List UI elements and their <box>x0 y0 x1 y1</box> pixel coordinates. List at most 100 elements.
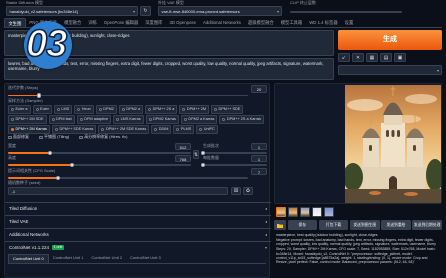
output-panel: 保存 打包下载 发送到图生图 发送到重绘 发送到后期处理 masterpiece, be… <box>274 83 443 278</box>
sampler-option[interactable]: DPM++ SDE <box>211 105 244 114</box>
controlnet-accordion[interactable]: ControlNet v1.1.224 1 unit ▾ <box>5 241 271 252</box>
batch-count-slider[interactable] <box>200 150 267 155</box>
radio-icon <box>199 127 203 131</box>
cfg-scale-input[interactable]: 7 <box>251 168 267 175</box>
main-tab[interactable]: 3D Openpose <box>166 18 200 27</box>
flower-bed <box>369 191 381 195</box>
swap-dimensions-button[interactable]: ⇅ <box>193 150 199 159</box>
extension-accordion[interactable]: Additional Networks ◂ <box>5 228 271 239</box>
sampler-option[interactable]: DPM++ SDE Karras <box>51 125 97 134</box>
controlnet-unit-tab[interactable]: ControlNet Unit 0 <box>8 254 49 263</box>
seed-input[interactable]: -1 <box>8 187 228 195</box>
main-tab[interactable]: 超级模型融合 <box>244 18 277 27</box>
steps-slider-thumb[interactable] <box>36 93 42 98</box>
gallery-thumbnails <box>276 207 334 217</box>
gallery-thumbnail[interactable] <box>276 207 286 217</box>
main-tab[interactable]: WD 1.4 标签器 <box>306 18 341 27</box>
step-number-badge: 03 <box>25 23 68 65</box>
refresh-model-button[interactable]: ↻ <box>140 6 151 16</box>
gallery-action-button[interactable]: 保存 <box>287 220 318 230</box>
model-select[interactable]: hanabiyuki_v2.safetensors [bc348e14] ▾ <box>6 6 138 16</box>
option-checkbox[interactable]: 高分辨率修复 (Hires. fix) <box>79 134 128 140</box>
sampler-option[interactable]: DPM++ 2M SDE Karras <box>98 125 150 134</box>
sampler-option[interactable]: DPM++ 2M SDE <box>8 115 47 124</box>
controlnet-unit-tab[interactable]: ControlNet Unit 3 <box>126 254 165 263</box>
random-seed-button[interactable]: ⚄ <box>231 187 241 195</box>
read-last-prompt-button[interactable]: ↙ <box>338 53 350 62</box>
radio-icon <box>154 127 158 131</box>
main-tab[interactable]: 模型工具箱 <box>277 18 305 27</box>
sampler-option[interactable]: Euler a <box>8 105 31 114</box>
sampler-option[interactable]: LMS Karras <box>113 115 144 124</box>
sampler-option[interactable]: DPM++ 2M <box>179 105 210 114</box>
apply-style-button[interactable]: ▤ <box>380 53 392 62</box>
option-checkbox[interactable]: 平铺图 (Tiling) <box>39 134 69 140</box>
vae-select[interactable]: vae-ft-mse-840000-ema-pruned.safetensors… <box>158 6 282 16</box>
gallery-action-button[interactable]: 发送到后期处理 <box>412 220 443 230</box>
gallery-thumbnail[interactable] <box>324 207 334 217</box>
styles-select[interactable]: ▾ <box>338 65 442 75</box>
option-checkbox[interactable]: 面部修复 <box>8 134 29 140</box>
sampler-option[interactable]: LMS <box>53 105 73 114</box>
generated-image[interactable] <box>345 85 441 203</box>
cfg-scale-slider[interactable] <box>8 175 248 180</box>
open-folder-button[interactable] <box>274 220 286 230</box>
sampler-option[interactable]: UniPC <box>196 125 218 134</box>
batch-size-slider[interactable] <box>200 162 267 167</box>
sampler-option[interactable]: DPM fast <box>48 115 75 124</box>
controlnet-unit-tab[interactable]: ControlNet Unit 2 <box>87 254 126 263</box>
extension-accordion[interactable]: Tiled Diffusion ◂ <box>5 202 271 213</box>
main-tab[interactable]: 文生图 <box>4 18 26 27</box>
save-style-button[interactable]: ▣ <box>394 53 406 62</box>
extra-networks-button[interactable]: ▦ <box>366 53 378 62</box>
height-slider[interactable] <box>8 162 191 167</box>
height-value-input[interactable]: 768 <box>175 155 191 162</box>
batch-size-input[interactable]: 1 <box>251 155 267 162</box>
gallery-action-button[interactable]: 发送到重绘 <box>381 220 411 230</box>
sampler-option[interactable]: DPM2 <box>95 105 117 114</box>
main-tab[interactable]: Additional Networks <box>199 18 244 27</box>
sampler-option[interactable]: Heun <box>74 105 94 114</box>
gallery-thumbnail[interactable] <box>312 207 322 217</box>
generate-button[interactable]: 生成 <box>338 30 442 50</box>
sampler-option[interactable]: DPM adaptive <box>76 115 112 124</box>
sampler-option[interactable]: DDIM <box>151 125 172 134</box>
height-slider-thumb[interactable] <box>69 162 75 167</box>
steps-slider[interactable] <box>8 93 248 98</box>
radio-icon <box>121 107 125 111</box>
church-window <box>386 130 389 137</box>
width-value-input[interactable]: 512 <box>175 143 191 150</box>
sampler-option[interactable]: DPM++ 2S a Karras <box>219 115 264 124</box>
radio-icon <box>11 107 14 111</box>
controlnet-unit-tab[interactable]: ControlNet Unit 1 <box>49 254 88 263</box>
cfg-scale-slider-thumb[interactable] <box>55 175 61 180</box>
gallery-thumbnail[interactable] <box>288 207 298 217</box>
controlnet-units-badge: 1 unit <box>52 244 64 250</box>
batch-count-input[interactable]: 1 <box>251 143 267 150</box>
extension-accordion-label: Tiled VAE <box>9 218 29 224</box>
radio-icon <box>148 117 152 121</box>
sampler-option[interactable]: DPM++ 2S a <box>145 105 178 114</box>
clear-prompt-button[interactable]: ✕ <box>352 53 364 62</box>
sampler-option[interactable]: DPM2 a Karras <box>180 115 218 124</box>
main-tab[interactable]: 设置 <box>341 18 357 27</box>
steps-value-input[interactable]: 20 <box>251 85 267 93</box>
sampler-option[interactable]: DPM++ 2M Karras <box>8 125 50 134</box>
gallery-thumbnail[interactable] <box>300 207 310 217</box>
batch-size-slider-thumb[interactable] <box>200 162 205 167</box>
sampler-option[interactable]: DPM2 a <box>118 105 144 114</box>
reuse-seed-button[interactable]: ♻ <box>243 187 253 195</box>
main-tab[interactable]: 深度图库 <box>142 18 166 27</box>
gallery-action-button[interactable]: 发送到图生图 <box>349 220 380 230</box>
main-tab[interactable]: OpenPose 编辑器 <box>100 18 141 27</box>
main-tab[interactable]: 训练 <box>85 18 101 27</box>
clip-skip-slider[interactable] <box>290 11 402 13</box>
width-slider-thumb[interactable] <box>47 150 53 155</box>
extension-accordion[interactable]: Tiled VAE ◂ <box>5 215 271 226</box>
sampler-option[interactable]: DPM2 Karras <box>145 115 179 124</box>
sampler-option[interactable]: Euler <box>32 105 52 114</box>
sampler-option[interactable]: PLMS <box>173 125 195 134</box>
gallery-action-button[interactable]: 打包下载 <box>318 220 349 230</box>
sampler-option-label: Heun <box>81 107 91 111</box>
width-slider[interactable] <box>8 150 191 155</box>
